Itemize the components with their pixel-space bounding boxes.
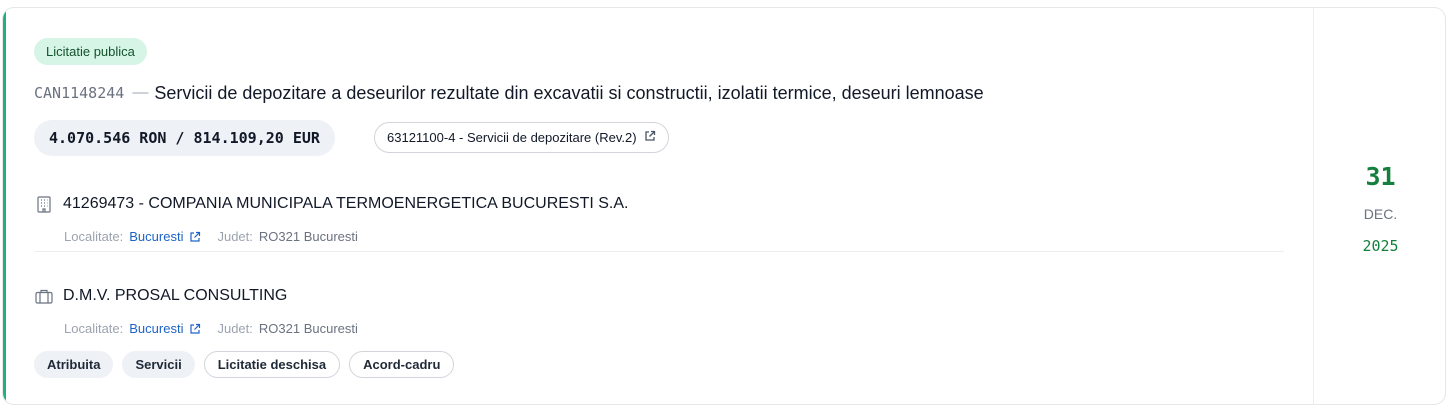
authority-locality-label: Localitate: — [64, 229, 124, 244]
contracting-authority: 41269473 - COMPANIA MUNICIPALA TERMOENER… — [34, 193, 1284, 253]
notice-main: Licitatie publica CAN1148244 — Servicii … — [3, 8, 1313, 404]
tag-status[interactable]: Atribuita — [34, 351, 114, 378]
tag-category[interactable]: Servicii — [122, 351, 195, 378]
cpv-link[interactable]: 63121100-4 - Servicii de depozitare (Rev… — [374, 122, 669, 153]
authority-locality-link[interactable]: Bucuresti — [129, 229, 183, 244]
tag-list: Atribuita Servicii Licitatie deschisa Ac… — [34, 351, 455, 378]
building-icon — [34, 194, 54, 214]
external-link-icon[interactable] — [189, 323, 201, 335]
contract-value: 4.070.546 RON / 814.109,20 EUR — [34, 120, 335, 156]
tag-framework[interactable]: Acord-cadru — [349, 351, 455, 378]
cpv-label: 63121100-4 - Servicii de depozitare (Rev… — [387, 130, 637, 145]
date-month: DEC. — [1363, 206, 1398, 222]
date-day: 31 — [1365, 162, 1396, 191]
briefcase-icon — [34, 286, 54, 306]
tag-procedure[interactable]: Licitatie deschisa — [203, 351, 341, 378]
supplier-county: RO321 Bucuresti — [258, 321, 358, 336]
date-year: 2025 — [1362, 237, 1399, 255]
supplier-name[interactable]: D.M.V. PROSAL CONSULTING — [63, 287, 287, 305]
notice-title-row[interactable]: CAN1148244 — Servicii de depozitare a de… — [34, 81, 984, 105]
supplier-locality-link[interactable]: Bucuresti — [129, 321, 183, 336]
notice-title[interactable]: Servicii de depozitare a deseurilor rezu… — [154, 83, 983, 104]
title-separator: — — [132, 84, 149, 101]
date-column: 31 DEC. 2025 — [1313, 8, 1445, 404]
authority-county: RO321 Bucuresti — [258, 229, 358, 244]
authority-county-label: Judet: — [217, 229, 253, 244]
procedure-type-badge: Licitatie publica — [34, 38, 147, 65]
notice-code: CAN1148244 — [34, 84, 125, 102]
supplier-locality-label: Localitate: — [64, 321, 124, 336]
external-link-icon[interactable] — [189, 231, 201, 243]
supplier: D.M.V. PROSAL CONSULTING Localitate: Buc… — [34, 285, 1284, 345]
entity-divider — [34, 251, 1284, 252]
supplier-county-label: Judet: — [217, 321, 253, 336]
notice-card[interactable]: Licitatie publica CAN1148244 — Servicii … — [2, 7, 1446, 405]
authority-name[interactable]: 41269473 - COMPANIA MUNICIPALA TERMOENER… — [63, 195, 629, 213]
external-link-icon — [644, 123, 656, 152]
